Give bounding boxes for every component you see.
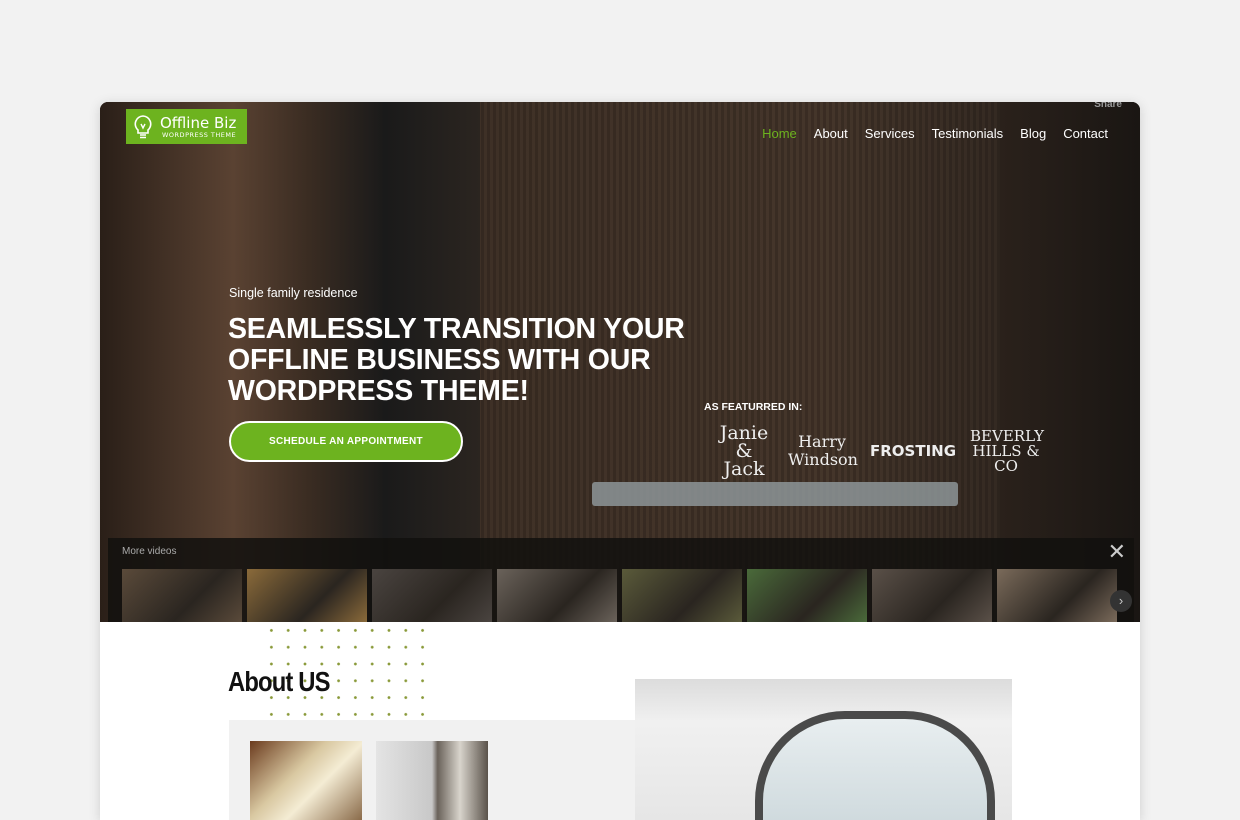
- console-table: [592, 482, 958, 506]
- brand-logo: Janie & Jack: [719, 422, 769, 480]
- site-logo[interactable]: Offline Biz WORDPRESS THEME: [126, 109, 247, 144]
- brand-logo: BEVERLY HILLS & CO: [970, 426, 1044, 475]
- more-videos-bar: More videos ✕ ›: [108, 538, 1134, 622]
- main-nav: Home About Services Testimonials Blog Co…: [762, 126, 1108, 141]
- nav-services[interactable]: Services: [865, 126, 915, 141]
- featured-label: AS FEATURRED IN:: [704, 401, 803, 413]
- video-thumbnail[interactable]: [747, 569, 867, 622]
- nav-about[interactable]: About: [814, 126, 848, 141]
- video-thumbnail[interactable]: [622, 569, 742, 622]
- schedule-appointment-button[interactable]: SCHEDULE AN APPOINTMENT: [229, 421, 463, 462]
- video-thumbnail[interactable]: [997, 569, 1117, 622]
- chevron-right-icon[interactable]: ›: [1110, 590, 1132, 612]
- hero-eyebrow: Single family residence: [229, 286, 358, 300]
- about-image: [250, 741, 362, 820]
- more-videos-label: More videos: [122, 546, 177, 557]
- about-heading: About US: [228, 666, 330, 697]
- hero-headline: SEAMLESSLY TRANSITION YOUR OFFLINE BUSIN…: [228, 313, 685, 407]
- brand-logo: FROSTING: [870, 442, 957, 460]
- nav-contact[interactable]: Contact: [1063, 126, 1108, 141]
- nav-home[interactable]: Home: [762, 126, 797, 141]
- about-feature-image: [635, 679, 1012, 820]
- video-thumbnail[interactable]: [247, 569, 367, 622]
- video-thumbnail[interactable]: [372, 569, 492, 622]
- featured-brands: Janie & Jack Harry Windson FROSTING BEVE…: [714, 422, 1044, 480]
- about-image: [376, 741, 488, 820]
- lightbulb-icon: [134, 114, 152, 138]
- share-link[interactable]: Share: [1094, 102, 1122, 110]
- browser-page: Offline Biz WORDPRESS THEME Share Home Ab…: [100, 102, 1140, 820]
- hero-section: Offline Biz WORDPRESS THEME Share Home Ab…: [100, 102, 1140, 622]
- nav-blog[interactable]: Blog: [1020, 126, 1046, 141]
- nav-testimonials[interactable]: Testimonials: [932, 126, 1004, 141]
- video-thumbnail[interactable]: [497, 569, 617, 622]
- video-thumbnail[interactable]: [122, 569, 242, 622]
- close-icon[interactable]: ✕: [1108, 540, 1126, 565]
- video-thumbnail[interactable]: [872, 569, 992, 622]
- brand-logo: Harry Windson: [788, 432, 858, 469]
